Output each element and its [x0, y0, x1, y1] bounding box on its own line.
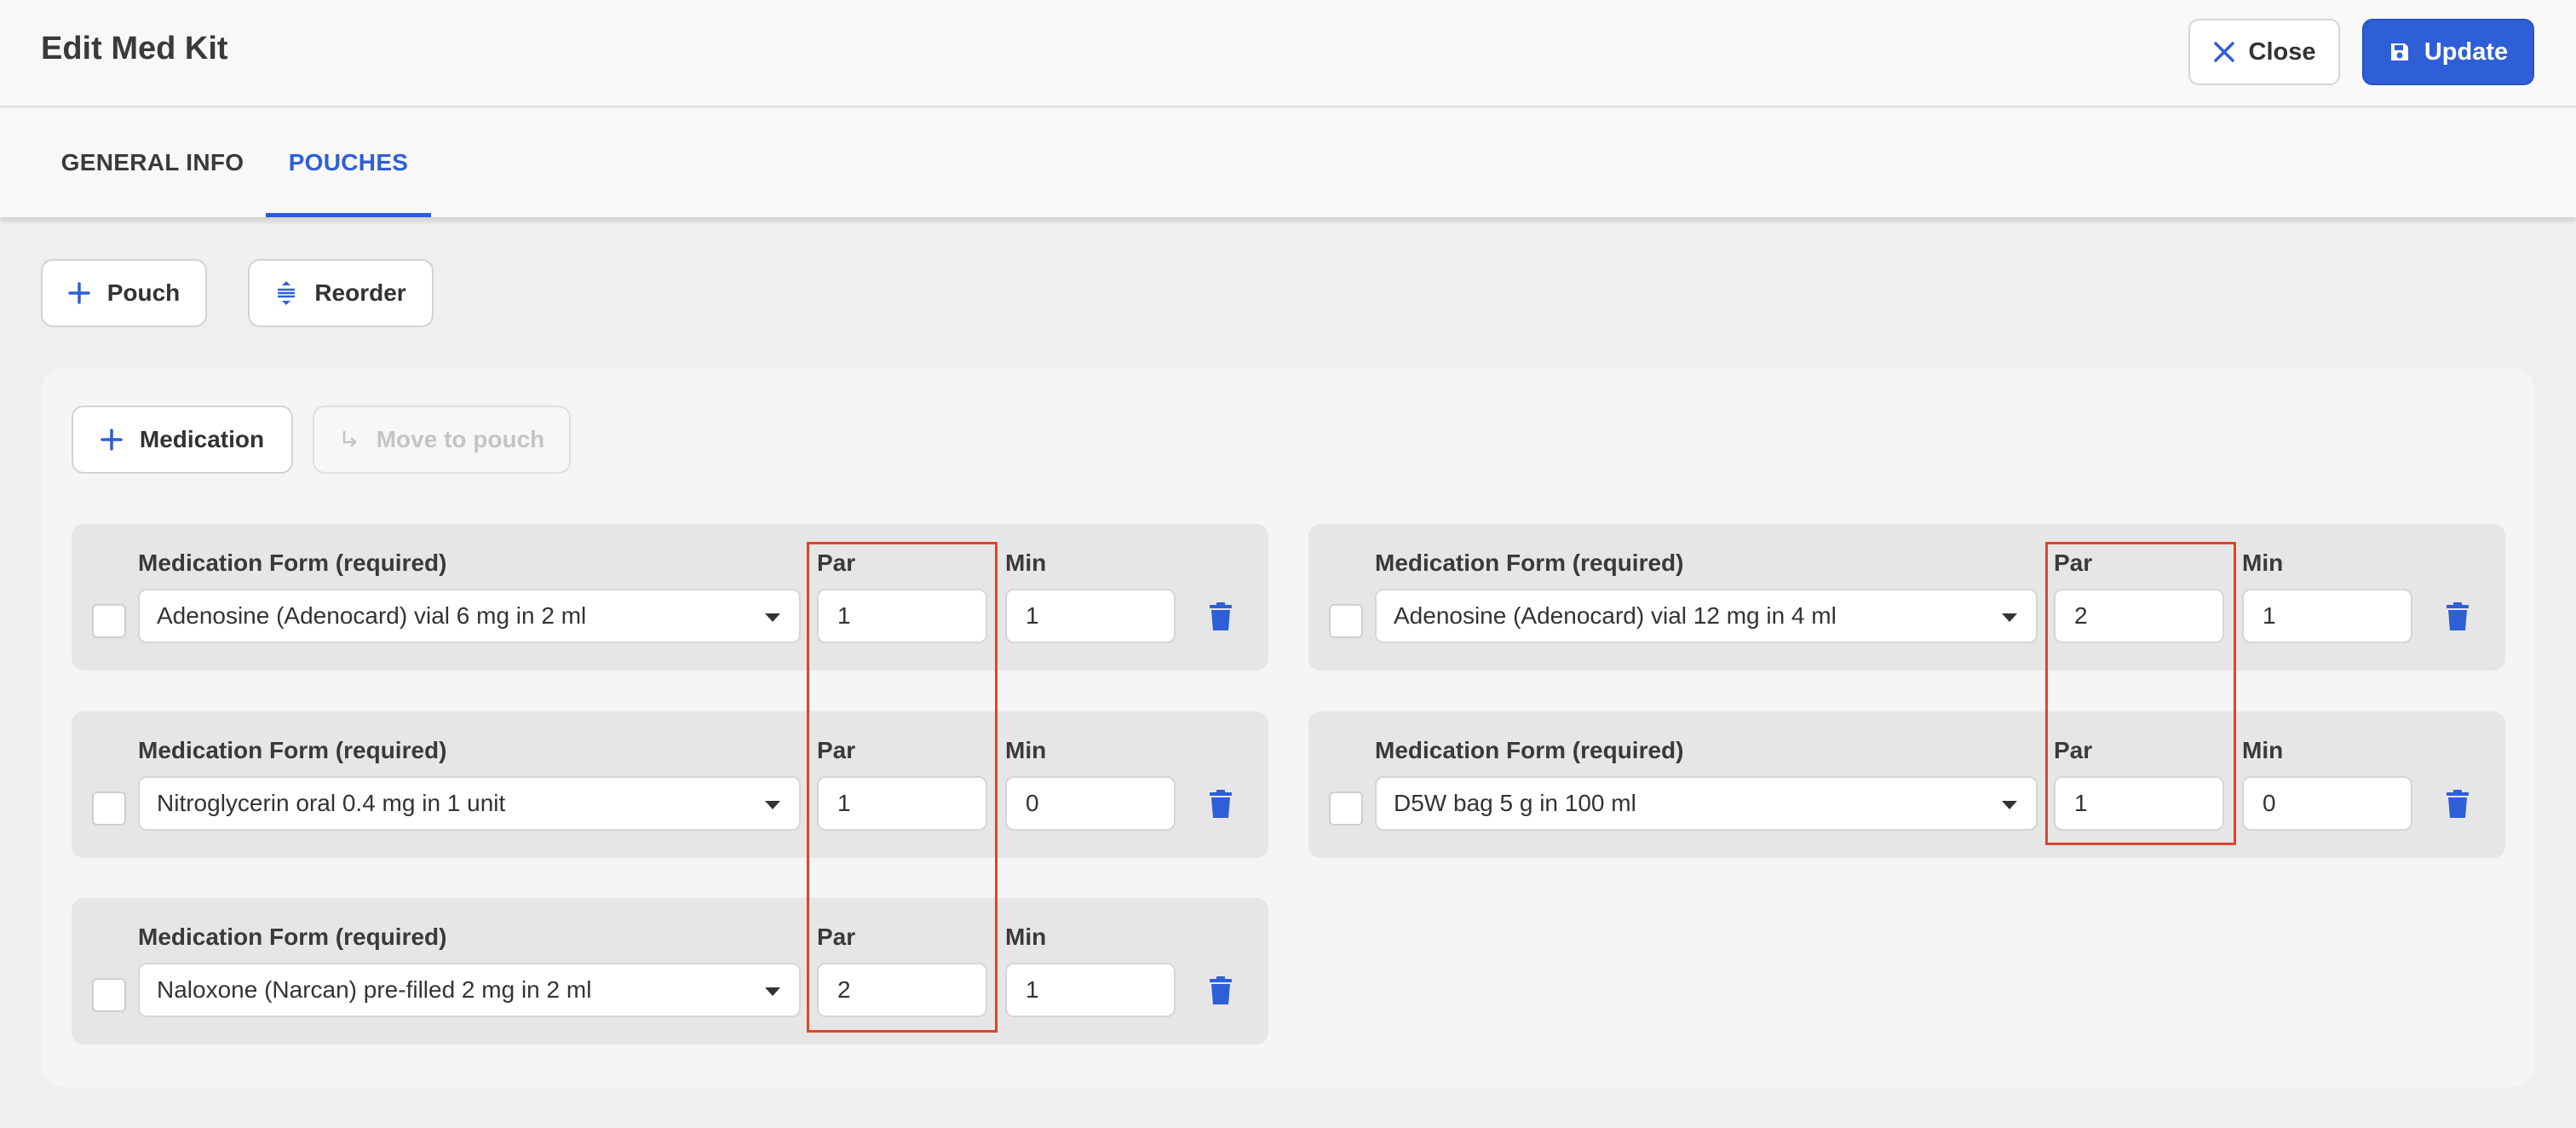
plus-icon — [101, 429, 123, 451]
medication-card: Medication Form (required) Par Min Adeno… — [72, 524, 1268, 670]
move-to-pouch-button[interactable]: Move to pouch — [313, 406, 571, 474]
move-to-pouch-label: Move to pouch — [376, 426, 545, 452]
select-checkbox[interactable] — [92, 604, 126, 638]
add-medication-label: Medication — [139, 426, 265, 452]
min-input[interactable]: 0 — [2242, 776, 2412, 831]
par-label: Par — [817, 737, 856, 763]
page-header: Edit Med Kit Close Update — [0, 0, 2576, 107]
add-pouch-button[interactable]: Pouch — [41, 259, 207, 327]
medication-form-value: D5W bag 5 g in 100 ml — [1394, 790, 1636, 816]
medication-card: Medication Form (required) Par Min Adeno… — [1308, 524, 2505, 670]
add-medication-button[interactable]: Medication — [72, 406, 293, 474]
active-tab-indicator — [266, 213, 431, 217]
tab-general-info[interactable]: GENERAL INFO — [41, 108, 264, 217]
select-checkbox[interactable] — [1329, 791, 1363, 826]
medication-form-label: Medication Form (required) — [138, 550, 447, 576]
update-button-label: Update — [2424, 37, 2509, 66]
medication-card: Medication Form (required) Par Min Nitro… — [72, 711, 1268, 858]
reorder-icon — [278, 281, 296, 305]
tab-pouches[interactable]: POUCHES — [266, 108, 431, 217]
min-input[interactable]: 1 — [2242, 589, 2412, 643]
tabs-bar: GENERAL INFO POUCHES — [0, 108, 2576, 217]
medication-form-select[interactable]: D5W bag 5 g in 100 ml — [1375, 776, 2038, 831]
medication-form-label: Medication Form (required) — [1375, 550, 1684, 576]
min-label: Min — [2242, 550, 2284, 576]
chevron-down-icon — [765, 987, 780, 996]
select-checkbox[interactable] — [92, 978, 126, 1012]
medication-form-select[interactable]: Nitroglycerin oral 0.4 mg in 1 unit — [138, 776, 801, 831]
close-button[interactable]: Close — [2188, 19, 2340, 85]
select-checkbox[interactable] — [1329, 604, 1363, 638]
reorder-button[interactable]: Reorder — [248, 259, 434, 327]
medication-form-value: Adenosine (Adenocard) vial 12 mg in 4 ml — [1394, 602, 1837, 629]
min-label: Min — [1005, 737, 1047, 763]
add-pouch-label: Pouch — [106, 279, 181, 306]
trash-icon[interactable] — [1209, 790, 1233, 819]
par-label: Par — [2054, 737, 2093, 763]
par-input[interactable]: 2 — [817, 963, 987, 1017]
par-input[interactable]: 1 — [2054, 776, 2224, 831]
medication-card: Medication Form (required) Par Min Nalox… — [72, 898, 1268, 1045]
trash-icon[interactable] — [1209, 976, 1233, 1005]
trash-icon[interactable] — [2446, 790, 2470, 819]
page-title: Edit Med Kit — [41, 31, 228, 66]
save-icon — [2390, 43, 2408, 60]
min-input[interactable]: 1 — [1005, 589, 1176, 643]
chevron-down-icon — [765, 613, 780, 622]
par-input[interactable]: 1 — [817, 776, 987, 831]
trash-icon[interactable] — [2446, 602, 2470, 631]
move-arrow-icon — [342, 430, 356, 447]
medication-form-value: Nitroglycerin oral 0.4 mg in 1 unit — [157, 790, 506, 816]
medication-form-select[interactable]: Naloxone (Narcan) pre-filled 2 mg in 2 m… — [138, 963, 801, 1017]
medication-form-label: Medication Form (required) — [138, 924, 447, 950]
min-label: Min — [2242, 737, 2284, 763]
chevron-down-icon — [2002, 613, 2017, 622]
min-label: Min — [1005, 924, 1047, 950]
par-label: Par — [817, 924, 856, 950]
close-icon — [2213, 42, 2234, 62]
chevron-down-icon — [765, 801, 780, 809]
min-input[interactable]: 1 — [1005, 963, 1176, 1017]
min-input[interactable]: 0 — [1005, 776, 1176, 831]
medication-card: Medication Form (required) Par Min D5W b… — [1308, 711, 2505, 858]
trash-icon[interactable] — [1209, 602, 1233, 631]
medication-form-value: Naloxone (Narcan) pre-filled 2 mg in 2 m… — [157, 976, 592, 1003]
par-input[interactable]: 1 — [817, 589, 987, 643]
close-button-label: Close — [2248, 37, 2316, 66]
min-label: Min — [1005, 550, 1047, 576]
update-button[interactable]: Update — [2362, 19, 2534, 85]
medication-form-label: Medication Form (required) — [1375, 737, 1684, 763]
par-label: Par — [2054, 550, 2093, 576]
chevron-down-icon — [2002, 801, 2017, 809]
plus-icon — [67, 282, 90, 304]
par-label: Par — [817, 550, 856, 576]
medication-form-select[interactable]: Adenosine (Adenocard) vial 12 mg in 4 ml — [1375, 589, 2038, 643]
reorder-label: Reorder — [314, 279, 406, 306]
par-input[interactable]: 2 — [2054, 589, 2224, 643]
select-checkbox[interactable] — [92, 791, 126, 826]
medication-form-value: Adenosine (Adenocard) vial 6 mg in 2 ml — [157, 602, 587, 629]
medication-form-label: Medication Form (required) — [138, 737, 447, 763]
medication-form-select[interactable]: Adenosine (Adenocard) vial 6 mg in 2 ml — [138, 589, 801, 643]
